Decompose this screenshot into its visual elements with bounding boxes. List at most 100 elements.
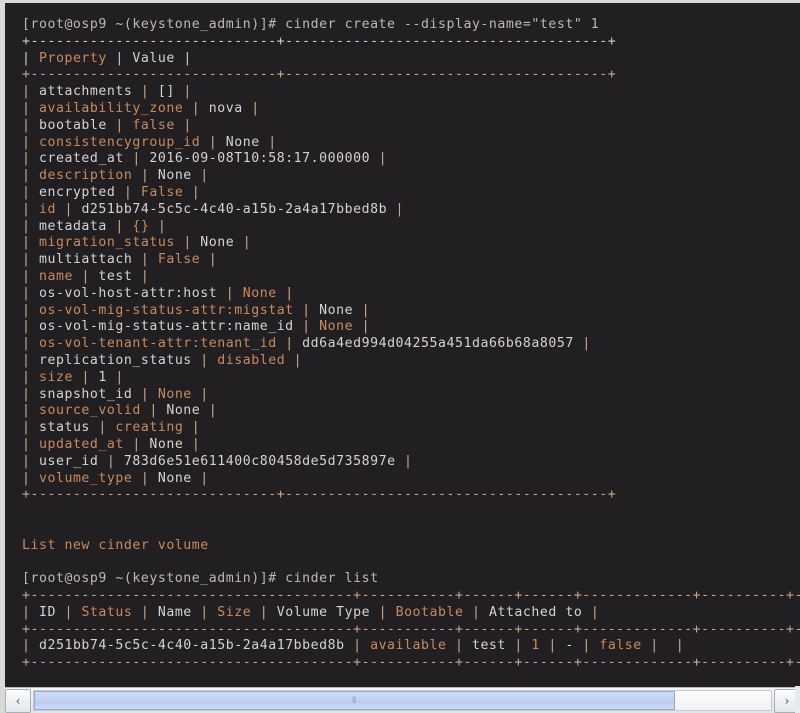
console-text: |	[573, 336, 591, 352]
console-text: |	[22, 201, 39, 217]
console-text: List new cinder volume	[22, 537, 209, 553]
console-line: +-----------------------------+---------…	[22, 67, 800, 84]
scrollbar-corner	[795, 686, 800, 713]
console-line: | name | test |	[22, 269, 800, 286]
console-text: replication_status	[38, 352, 192, 368]
console-text: |	[22, 436, 39, 452]
scroll-left-arrow-glyph: ‹	[15, 693, 21, 708]
console-text: 1	[531, 638, 540, 654]
console-text: |	[22, 117, 39, 133]
console-text: status	[38, 420, 90, 436]
console-text: Attached to	[488, 604, 583, 620]
console-text: availability_zone	[38, 100, 184, 116]
console-text: |	[140, 403, 167, 419]
console-text: |	[22, 268, 39, 284]
console-line: | bootable | false |	[22, 118, 800, 135]
console-text: |	[242, 100, 260, 116]
console-text: +-----------------------------+---------…	[22, 33, 617, 49]
console-text: |	[276, 336, 303, 352]
console-text: Volume Type	[276, 604, 371, 620]
console-text: os-vol-tenant-attr:tenant_id	[38, 336, 277, 352]
console-text: |	[183, 420, 201, 436]
console-text: |	[132, 252, 158, 268]
console-text: |	[98, 453, 124, 469]
console-text: |	[22, 184, 39, 200]
console-text: available	[370, 638, 447, 654]
console-line: | Property | Value |	[22, 51, 800, 68]
console-text: migration_status	[38, 235, 175, 251]
console-text: |	[234, 235, 252, 251]
console-line: +--------------------------------------+…	[22, 588, 800, 605]
console-text: test	[471, 638, 506, 654]
console-line: | consistencygroup_id | None |	[22, 135, 800, 152]
console-line: [root@osp9 ~(keystone_admin)]# cinder cr…	[22, 17, 800, 34]
console-text: 1	[98, 369, 107, 385]
console-text: |	[387, 201, 405, 217]
console-text: |	[106, 50, 133, 66]
console-text: |	[251, 604, 277, 620]
console-text: size	[38, 369, 73, 385]
console-text: |	[22, 302, 39, 318]
console-text: volume_type	[38, 470, 133, 486]
console-text: encrypted	[38, 184, 116, 200]
console-text: snapshot_id	[38, 386, 133, 402]
console-text: os-vol-host-attr:host	[38, 285, 218, 301]
console-text: Name	[157, 604, 192, 620]
console-text: |	[505, 638, 532, 654]
console-text: |	[573, 638, 600, 654]
console-text: |	[123, 151, 150, 167]
console-line: | os-vol-host-attr:host | None |	[22, 286, 800, 303]
console-text: |	[200, 252, 218, 268]
console-text: bootable	[38, 117, 107, 133]
console-text: source_volid	[38, 403, 141, 419]
console-text: disabled	[217, 352, 286, 368]
console-text: consistencygroup_id	[38, 134, 201, 150]
console-text: False	[157, 252, 201, 268]
console-line: +--------------------------------------+…	[22, 622, 800, 639]
terminal-screen[interactable]: [root@osp9 ~(keystone_admin)]# cinder cr…	[5, 3, 800, 684]
console-line: +--------------------------------------+…	[22, 655, 800, 672]
console-text: dd6a4ed994d04255a451da66b68a8057	[302, 336, 574, 352]
console-text: |	[395, 453, 413, 469]
console-line: +-----------------------------+---------…	[22, 487, 800, 504]
horizontal-scrollbar[interactable]: ‹ ⦀ ›	[5, 687, 800, 713]
console-text: |	[22, 100, 39, 116]
console-text: None	[319, 319, 354, 335]
console-text: |	[22, 168, 39, 184]
terminal-window: [root@osp9 ~(keystone_admin)]# cinder cr…	[0, 0, 800, 713]
console-text: |	[276, 285, 294, 301]
console-line: | replication_status | disabled |	[22, 353, 800, 370]
console-line: | updated_at | None |	[22, 437, 800, 454]
console-text: None	[166, 403, 201, 419]
console-text: 2016-09-08T10:58:17.000000	[149, 151, 371, 167]
console-text: |	[22, 50, 39, 66]
console-line: [root@osp9 ~(keystone_admin)]# cinder li…	[22, 571, 800, 588]
console-text: |	[259, 134, 277, 150]
console-text: +-----------------------------+---------…	[22, 67, 617, 83]
console-text: |	[55, 604, 82, 620]
console-text: d251bb74-5c5c-4c40-a15b-2a4a17bbed8b	[81, 201, 388, 217]
console-text: |	[353, 302, 371, 318]
scrollbar-thumb[interactable]: ⦀	[34, 691, 676, 710]
console-text: |	[174, 84, 192, 100]
console-text: |	[106, 117, 133, 133]
console-text: |	[174, 50, 192, 66]
console-text: |	[353, 319, 371, 335]
console-text: |	[22, 352, 39, 368]
console-text: metadata	[38, 218, 107, 234]
scroll-left-arrow-icon[interactable]: ‹	[5, 688, 31, 713]
console-line: | metadata | {} |	[22, 219, 800, 236]
console-line: +-----------------------------+---------…	[22, 34, 800, 51]
console-line: | migration_status | None |	[22, 235, 800, 252]
console-text: |	[293, 302, 320, 318]
scrollbar-track[interactable]: ⦀	[33, 690, 772, 711]
console-text: |	[22, 285, 39, 301]
scroll-right-arrow-glyph: ›	[784, 693, 790, 708]
console-text: |	[370, 151, 388, 167]
console-line: | volume_type | None |	[22, 471, 800, 488]
console-line: | os-vol-mig-status-attr:migstat | None …	[22, 303, 800, 320]
console-text: |	[191, 470, 209, 486]
console-text: Value	[132, 50, 175, 66]
console-line: | ID | Status | Name | Size | Volume Typ…	[22, 605, 800, 622]
